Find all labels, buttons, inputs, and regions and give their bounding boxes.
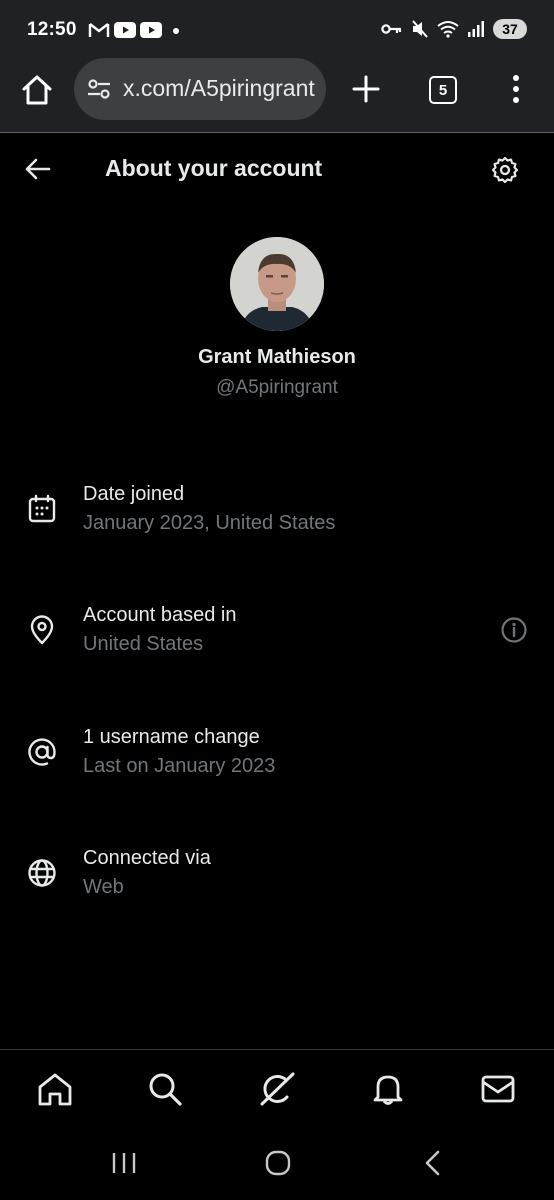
signal-icon xyxy=(468,21,484,37)
grok-icon[interactable] xyxy=(258,1070,296,1108)
info-row-date-joined: Date joined January 2023, United States xyxy=(0,475,554,555)
home-icon[interactable] xyxy=(20,73,54,107)
battery-indicator: 37 xyxy=(493,19,527,39)
gmail-icon xyxy=(88,23,110,37)
home-circle-icon[interactable] xyxy=(263,1148,293,1178)
info-row-username-changes: 1 username change Last on January 2023 xyxy=(0,718,554,798)
info-subtitle: Web xyxy=(83,876,124,898)
info-title: Connected via xyxy=(83,847,211,869)
mute-icon xyxy=(412,20,428,38)
info-title: Account based in xyxy=(83,604,237,626)
new-tab-icon[interactable] xyxy=(350,73,382,105)
status-left-icons xyxy=(88,19,182,41)
profile-name: Grant Mathieson xyxy=(198,346,356,368)
info-subtitle: Last on January 2023 xyxy=(83,755,276,777)
system-navigation-bar xyxy=(0,1130,554,1200)
dot-icon xyxy=(173,28,179,34)
search-icon[interactable] xyxy=(146,1070,184,1108)
status-time: 12:50 xyxy=(27,19,77,40)
browser-toolbar: x.com/A5piringrant 5 xyxy=(0,58,554,133)
back-chevron-icon[interactable] xyxy=(418,1148,448,1178)
info-title: Date joined xyxy=(83,483,185,505)
home-icon[interactable] xyxy=(36,1070,74,1108)
mail-icon[interactable] xyxy=(479,1070,517,1108)
bell-icon[interactable] xyxy=(369,1070,407,1108)
url-text[interactable]: x.com/A5piringrant xyxy=(123,75,319,102)
globe-icon xyxy=(28,859,56,887)
youtube-icon xyxy=(114,22,136,38)
site-settings-icon[interactable] xyxy=(86,77,112,101)
back-arrow-icon[interactable] xyxy=(24,155,52,183)
recents-icon[interactable] xyxy=(109,1148,139,1178)
at-sign-icon xyxy=(28,738,56,766)
status-bar: 12:50 37 xyxy=(0,0,554,58)
avatar[interactable] xyxy=(230,237,324,331)
page-header: About your account xyxy=(0,133,554,205)
page-title: About your account xyxy=(105,155,323,181)
info-icon[interactable] xyxy=(500,616,528,644)
wifi-icon xyxy=(437,21,459,38)
status-right-icons: 37 xyxy=(381,17,527,41)
info-title: 1 username change xyxy=(83,726,260,748)
info-subtitle: United States xyxy=(83,633,204,655)
avatar-photo xyxy=(230,237,324,331)
more-menu-icon[interactable] xyxy=(508,72,524,106)
info-row-account-location: Account based in United States xyxy=(0,596,554,676)
gear-icon[interactable] xyxy=(490,155,520,185)
address-bar[interactable]: x.com/A5piringrant xyxy=(74,58,326,120)
location-pin-icon xyxy=(30,615,54,645)
info-row-connected-via: Connected via Web xyxy=(0,839,554,919)
info-subtitle: January 2023, United States xyxy=(83,512,336,534)
youtube-icon xyxy=(140,22,162,38)
profile-handle: @A5piringrant xyxy=(216,377,338,398)
key-icon xyxy=(381,24,402,34)
tab-switcher-button[interactable]: 5 xyxy=(429,76,457,104)
bottom-navigation xyxy=(0,1049,554,1130)
calendar-icon xyxy=(28,494,56,523)
